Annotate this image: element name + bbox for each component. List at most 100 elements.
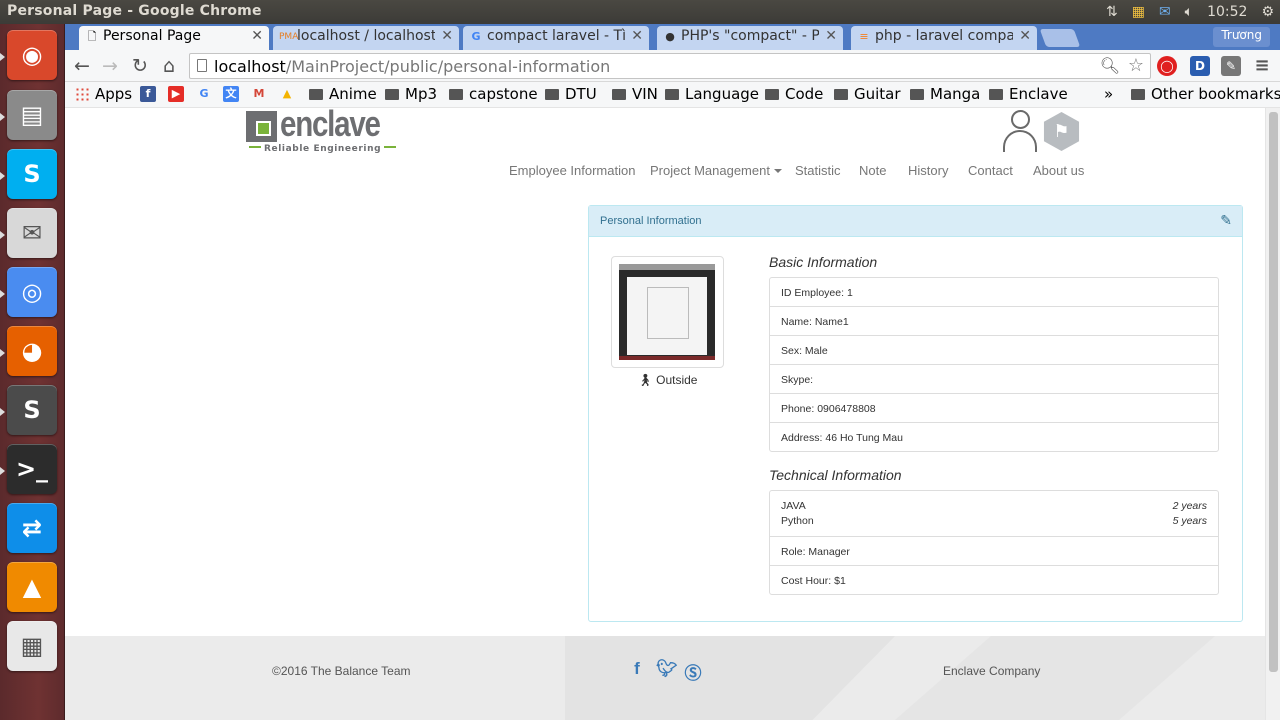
new-tab-button[interactable] xyxy=(1039,29,1081,47)
tab-php-compact[interactable]: ● PHP's "compact" - Pr ✕ xyxy=(657,26,843,50)
twitter-icon[interactable]: 🐦︎ xyxy=(656,659,678,681)
skill-name: Python xyxy=(781,515,814,527)
tab-stackoverflow[interactable]: ≡ php - laravel compac ✕ xyxy=(851,26,1037,50)
list-item-id: ID Employee: 1 xyxy=(769,277,1219,307)
bookmark-folder-mp3[interactable]: Mp3 xyxy=(385,85,437,103)
bookmark-folder-anime[interactable]: Anime xyxy=(309,85,377,103)
profile-button[interactable]: Trương xyxy=(1213,27,1270,47)
teamviewer-launcher-icon[interactable]: ⇄ xyxy=(7,503,57,553)
nav-project-management[interactable]: Project Management xyxy=(650,163,782,178)
bookmark-other-bookmarks[interactable]: Other bookmarks xyxy=(1131,85,1280,103)
top-panel: Personal Page - Google Chrome ⇅ ▦ ✉ 🔈︎ 1… xyxy=(0,0,1280,24)
close-icon[interactable]: ✕ xyxy=(251,28,263,44)
close-icon[interactable]: ✕ xyxy=(631,28,643,44)
zoom-icon[interactable]: 🔍︎ xyxy=(1100,56,1120,75)
logo-mark xyxy=(246,111,277,142)
ubuntu-dash-launcher-icon[interactable]: ◉ xyxy=(7,30,57,80)
home-icon[interactable]: ⌂ xyxy=(158,55,180,77)
technical-info-list: JAVA 2 years Python 5 years Role: Manage… xyxy=(769,490,1219,595)
site-footer: ©2016 The Balance Team f 🐦︎ Ⓢ Enclave Co… xyxy=(65,636,1265,720)
mail-indicator-icon[interactable]: ✉ xyxy=(1159,4,1171,20)
mail-launcher-icon[interactable]: ✉ xyxy=(7,208,57,258)
back-icon[interactable]: ← xyxy=(71,55,93,77)
bookmark-folder-guitar[interactable]: Guitar xyxy=(834,85,901,103)
chrome-launcher-icon[interactable]: ◎ xyxy=(7,267,57,317)
footer-copyright: ©2016 The Balance Team xyxy=(272,664,411,678)
wifi-icon[interactable]: ▦ xyxy=(1132,4,1145,20)
scrollbar-thumb[interactable] xyxy=(1269,112,1278,672)
nav-statistic[interactable]: Statistic xyxy=(795,163,841,178)
youtube-bookmark-icon[interactable]: ▶ xyxy=(168,86,184,102)
close-icon[interactable]: ✕ xyxy=(825,28,837,44)
nav-note[interactable]: Note xyxy=(859,163,886,178)
running-indicator xyxy=(0,349,5,357)
list-item-skype: Skype: xyxy=(769,364,1219,394)
close-icon[interactable]: ✕ xyxy=(441,28,453,44)
forward-icon[interactable]: → xyxy=(99,55,121,77)
bookmark-folder-language[interactable]: Language xyxy=(665,85,759,103)
stackoverflow-icon: ≡ xyxy=(859,30,869,43)
bookmarks-overflow-button[interactable]: » xyxy=(1104,85,1113,103)
nav-about-us[interactable]: About us xyxy=(1033,163,1084,178)
launcher: ◉ ▤ S ✉ ◎ ◕ S >_ ⇄ ▲ ▦ xyxy=(0,24,65,720)
vlc-launcher-icon[interactable]: ▲ xyxy=(7,562,57,612)
network-transfer-icon[interactable]: ⇅ xyxy=(1106,4,1118,20)
menu-icon[interactable]: ≡ xyxy=(1252,56,1272,76)
skill-years: 2 years xyxy=(1172,500,1207,512)
gmail-bookmark-icon[interactable]: M xyxy=(251,86,267,102)
toolbar: ← → ↻ ⌂ localhost/MainProject/public/per… xyxy=(65,50,1280,82)
tab-personal-page[interactable]: 🗋 Personal Page ✕ xyxy=(79,26,269,50)
personal-info-panel: Personal Information ✎ 🚶︎ Outside Basic … xyxy=(588,205,1243,622)
system-gear-icon[interactable]: ⚙ xyxy=(1261,4,1274,20)
bookmark-folder-manga[interactable]: Manga xyxy=(910,85,980,103)
list-item-role: Role: Manager xyxy=(769,536,1219,566)
terminal-launcher-icon[interactable]: >_ xyxy=(7,444,57,494)
translate-bookmark-icon[interactable]: 文 xyxy=(223,86,239,102)
tab-label: localhost / localhost xyxy=(297,28,435,44)
running-indicator xyxy=(0,231,5,239)
page-scrollbar[interactable] xyxy=(1265,108,1280,720)
close-icon[interactable]: ✕ xyxy=(1019,28,1031,44)
facebook-icon[interactable]: f xyxy=(628,659,646,681)
location-status: 🚶︎ Outside xyxy=(611,373,724,387)
nav-employee-information[interactable]: Employee Information xyxy=(509,163,635,178)
skype-launcher-icon[interactable]: S xyxy=(7,149,57,199)
facebook-bookmark-icon[interactable]: f xyxy=(140,86,156,102)
site-logo[interactable]: enclave Reliable Engineering xyxy=(246,108,381,155)
tab-localhost[interactable]: PMA localhost / localhost ✕ xyxy=(273,26,459,50)
google-bookmark-icon[interactable]: G xyxy=(196,86,212,102)
list-item-cost-hour: Cost Hour: $1 xyxy=(769,565,1219,595)
bookmark-folder-vin[interactable]: VIN xyxy=(612,85,658,103)
sublime-text-launcher-icon[interactable]: S xyxy=(7,385,57,435)
firefox-launcher-icon[interactable]: ◕ xyxy=(7,326,57,376)
panel-heading: Personal Information ✎ xyxy=(589,206,1242,237)
apps-grid-icon xyxy=(75,87,89,101)
page-info-icon[interactable] xyxy=(197,59,207,72)
files-launcher-icon[interactable]: ▤ xyxy=(7,90,57,140)
bookmark-folder-dtu[interactable]: DTU xyxy=(545,85,597,103)
skype-icon[interactable]: Ⓢ xyxy=(684,659,702,683)
tab-label: php - laravel compac xyxy=(875,28,1013,44)
drive-bookmark-icon[interactable]: ▲ xyxy=(279,86,295,102)
bookmark-star-icon[interactable]: ☆ xyxy=(1128,55,1144,76)
nav-history[interactable]: History xyxy=(908,163,948,178)
edit-pencil-icon[interactable]: ✎ xyxy=(1220,212,1232,229)
bookmark-folder-code[interactable]: Code xyxy=(765,85,823,103)
user-profile-icon[interactable] xyxy=(1001,110,1039,152)
libreoffice-stack-launcher-icon[interactable]: ▦ xyxy=(7,621,57,671)
tab-compact-laravel[interactable]: G compact laravel - Tìm ✕ xyxy=(463,26,649,50)
bookmark-folder-capstone[interactable]: capstone xyxy=(449,85,538,103)
reload-icon[interactable]: ↻ xyxy=(129,55,151,77)
flag-icon[interactable]: ⚑ xyxy=(1043,112,1080,151)
running-indicator xyxy=(0,408,5,416)
extension-adblock-icon[interactable]: ◯ xyxy=(1157,56,1177,76)
bookmark-folder-enclave[interactable]: Enclave xyxy=(989,85,1068,103)
extension-d-icon[interactable]: D xyxy=(1190,56,1210,76)
caret-down-icon xyxy=(773,169,782,173)
clock[interactable]: 10:52 xyxy=(1207,4,1247,20)
volume-icon[interactable]: 🔈︎ xyxy=(1185,4,1193,20)
address-bar[interactable]: localhost/MainProject/public/personal-in… xyxy=(189,53,1151,79)
nav-contact[interactable]: Contact xyxy=(968,163,1013,178)
bookmark-apps[interactable]: Apps xyxy=(75,85,132,103)
extension-eyedropper-icon[interactable]: ✎ xyxy=(1221,56,1241,76)
